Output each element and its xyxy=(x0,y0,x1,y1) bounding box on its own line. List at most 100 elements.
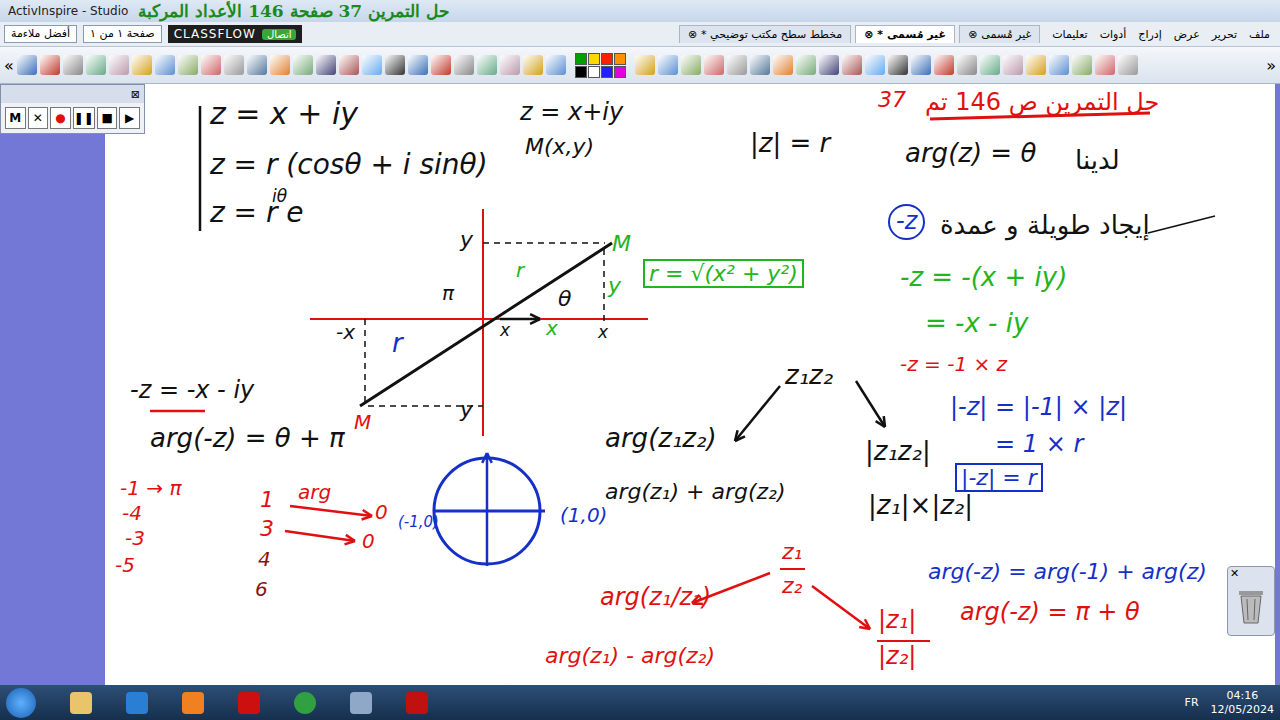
tool-icon[interactable] xyxy=(1072,55,1092,75)
tool-icon[interactable] xyxy=(750,55,770,75)
zoom-combo[interactable]: أفضل ملاءمة xyxy=(4,25,77,43)
taskbar-app-icon[interactable] xyxy=(56,688,106,718)
document-tab[interactable]: مخطط سطح مكتب توضيحي *⊗ xyxy=(679,25,851,43)
color-swatch[interactable] xyxy=(588,53,600,65)
page-combo[interactable]: صفحة ١ من ١ xyxy=(83,25,162,43)
handwritten-note: |-z| = |-1| × |z| xyxy=(950,394,1127,422)
tool-icon[interactable] xyxy=(385,55,405,75)
tool-icon[interactable] xyxy=(934,55,954,75)
scroll-right-icon[interactable]: » xyxy=(1266,56,1276,75)
trash-icon[interactable] xyxy=(1236,585,1266,625)
tool-icon[interactable] xyxy=(63,55,83,75)
color-swatch[interactable] xyxy=(588,66,600,78)
tool-icon[interactable] xyxy=(454,55,474,75)
tool-icon[interactable] xyxy=(155,55,175,75)
start-icon[interactable] xyxy=(6,688,36,718)
taskbar-app-icon[interactable] xyxy=(336,688,386,718)
handwritten-note: -z xyxy=(888,204,925,240)
tool-icon[interactable] xyxy=(17,55,37,75)
recorder-button[interactable]: M xyxy=(5,107,26,129)
document-tab[interactable]: غير مُسمى *⊗ xyxy=(855,25,955,43)
tool-icon[interactable] xyxy=(773,55,793,75)
tab-close-icon[interactable]: ⊗ xyxy=(968,28,977,41)
tool-icon[interactable] xyxy=(477,55,497,75)
clock-date: 12/05/2024 xyxy=(1211,703,1274,716)
tool-icon[interactable] xyxy=(40,55,60,75)
tool-icon[interactable] xyxy=(980,55,1000,75)
taskbar-app-icon[interactable] xyxy=(280,688,330,718)
tool-icon[interactable] xyxy=(658,55,678,75)
tool-icon[interactable] xyxy=(1003,55,1023,75)
tool-icon[interactable] xyxy=(178,55,198,75)
color-swatch[interactable] xyxy=(614,66,626,78)
language-indicator[interactable]: FR xyxy=(1185,696,1199,709)
tool-icon[interactable] xyxy=(635,55,655,75)
handwritten-note: 0 xyxy=(362,530,375,553)
tool-icon[interactable] xyxy=(224,55,244,75)
menu-item[interactable]: إدراج xyxy=(1138,28,1161,41)
tool-icon[interactable] xyxy=(500,55,520,75)
recorder-panel[interactable]: ⊠ M✕●❚❚■▶ xyxy=(0,84,145,134)
menu-item[interactable]: تحرير xyxy=(1212,28,1237,41)
tool-icon[interactable] xyxy=(681,55,701,75)
recorder-button[interactable]: ▶ xyxy=(119,107,140,129)
recorder-button[interactable]: ✕ xyxy=(28,107,49,129)
clock[interactable]: 04:1612/05/2024 xyxy=(1211,689,1274,715)
tool-icon[interactable] xyxy=(132,55,152,75)
document-tab[interactable]: غير مُسمى ⊗ xyxy=(959,25,1040,43)
tab-label: غير مُسمى xyxy=(981,28,1031,41)
menu-item[interactable]: ملف xyxy=(1249,28,1270,41)
tool-icon[interactable] xyxy=(293,55,313,75)
close-icon[interactable]: ✕ xyxy=(1230,567,1239,580)
tool-icon[interactable] xyxy=(888,55,908,75)
tab-close-icon[interactable]: ⊗ xyxy=(688,28,697,41)
tool-icon[interactable] xyxy=(704,55,724,75)
menu-item[interactable]: أدوات xyxy=(1100,28,1127,41)
close-icon[interactable]: ⊠ xyxy=(131,88,140,101)
color-swatch[interactable] xyxy=(614,53,626,65)
color-swatch[interactable] xyxy=(601,53,613,65)
tool-icon[interactable] xyxy=(1118,55,1138,75)
color-swatch[interactable] xyxy=(575,66,587,78)
tab-close-icon[interactable]: ⊗ xyxy=(864,28,873,41)
recorder-button[interactable]: ● xyxy=(50,107,71,129)
taskbar-app-icon[interactable] xyxy=(168,688,218,718)
scroll-left-icon[interactable]: « xyxy=(4,56,14,75)
tool-icon[interactable] xyxy=(911,55,931,75)
tool-icon[interactable] xyxy=(201,55,221,75)
tool-icon[interactable] xyxy=(796,55,816,75)
color-swatch[interactable] xyxy=(575,53,587,65)
handwritten-note: |z₁|×|z₂| xyxy=(868,491,973,521)
tool-icon[interactable] xyxy=(270,55,290,75)
menu-item[interactable]: عرض xyxy=(1174,28,1200,41)
tool-icon[interactable] xyxy=(546,55,566,75)
menu-item[interactable]: تعليمات xyxy=(1052,28,1087,41)
color-swatch[interactable] xyxy=(601,66,613,78)
trash-widget[interactable]: ✕ xyxy=(1227,566,1275,636)
taskbar-app-icon[interactable] xyxy=(112,688,162,718)
recorder-button[interactable]: ■ xyxy=(97,107,118,129)
recorder-button[interactable]: ❚❚ xyxy=(73,107,95,129)
tool-icon[interactable] xyxy=(1095,55,1115,75)
taskbar-app-icon[interactable] xyxy=(224,688,274,718)
tool-icon[interactable] xyxy=(1049,55,1069,75)
tool-icon[interactable] xyxy=(339,55,359,75)
taskbar-app-icon[interactable] xyxy=(392,688,442,718)
tool-icon[interactable] xyxy=(316,55,336,75)
tool-icon[interactable] xyxy=(408,55,428,75)
tool-icon[interactable] xyxy=(865,55,885,75)
tool-icon[interactable] xyxy=(1026,55,1046,75)
handwritten-note: z₁z₂ xyxy=(785,361,833,391)
recorder-buttons: M✕●❚❚■▶ xyxy=(1,103,144,133)
tool-icon[interactable] xyxy=(247,55,267,75)
tool-icon[interactable] xyxy=(842,55,862,75)
tool-icon[interactable] xyxy=(86,55,106,75)
tool-icon[interactable] xyxy=(431,55,451,75)
tool-icon[interactable] xyxy=(819,55,839,75)
connect-button[interactable]: اتصال xyxy=(262,29,297,40)
tool-icon[interactable] xyxy=(727,55,747,75)
tool-icon[interactable] xyxy=(362,55,382,75)
tool-icon[interactable] xyxy=(109,55,129,75)
tool-icon[interactable] xyxy=(523,55,543,75)
tool-icon[interactable] xyxy=(957,55,977,75)
